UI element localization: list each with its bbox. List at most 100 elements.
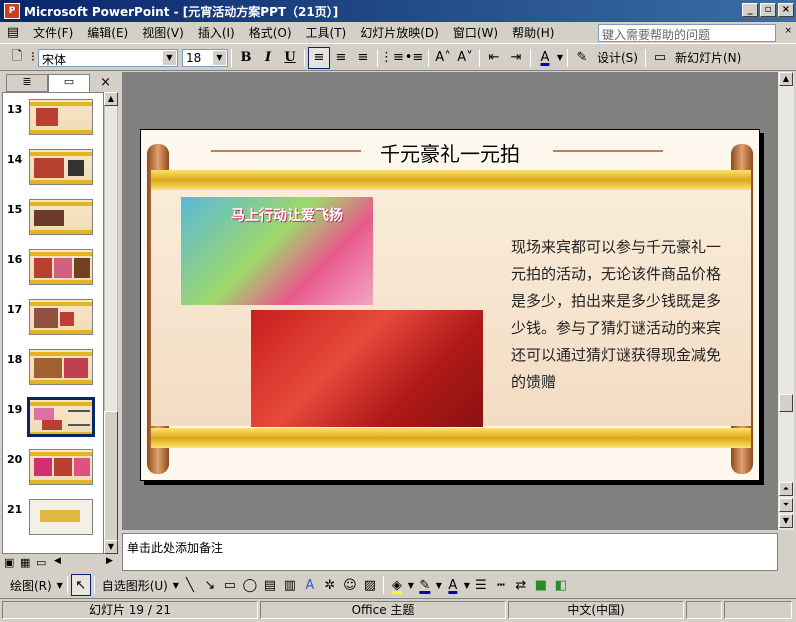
menu-tools[interactable]: 工具(T) [299,24,354,41]
select-pointer-icon[interactable]: ↖ [70,574,91,596]
vertical-text-box-icon[interactable]: ▥ [280,574,300,596]
slide-canvas[interactable]: 千元豪礼一元拍 马上行动让爱飞扬 现场来宾都可以参与千元豪礼一元拍的活动，无论该… [140,129,760,481]
design-icon[interactable]: ✎ [571,47,593,69]
scroll-up-icon[interactable]: ▲ [779,72,793,86]
new-document-icon[interactable]: 🗋 [6,47,28,69]
font-color-icon[interactable]: A [534,47,556,69]
slide-sorter-icon[interactable]: ▦ [20,556,30,569]
design-button[interactable]: 设计(S) [597,49,638,66]
font-size-select[interactable]: 18 ▼ [182,48,228,67]
menu-help[interactable]: 帮助(H) [505,24,561,41]
slide-thumbnail[interactable]: 15 [3,199,103,249]
text-box-icon[interactable]: ▤ [260,574,280,596]
scroll-thumb[interactable] [779,394,793,412]
line-color-icon[interactable]: ✎ [415,574,435,596]
slide-thumbnail[interactable]: 16 [3,249,103,299]
increase-indent-icon[interactable]: ⇥ [505,47,527,69]
increase-font-icon[interactable]: A˄ [432,47,454,69]
font-color-icon[interactable]: A [443,574,463,596]
document-menu-icon[interactable]: ▤ [0,22,26,44]
menu-edit[interactable]: 编辑(E) [80,24,135,41]
notes-pane[interactable]: 单击此处添加备注 [122,533,778,571]
slide-thumbnail[interactable]: 21 [3,499,103,549]
diagram-icon[interactable]: ✲ [320,574,340,596]
scroll-down-icon[interactable]: ▼ [104,540,118,554]
oval-icon[interactable]: ◯ [240,574,260,596]
align-right-icon[interactable]: ≡ [352,47,374,69]
event-photo-stage[interactable]: 马上行动让爱飞扬 [181,197,373,305]
chevron-down-icon[interactable]: ▼ [213,50,226,65]
wordart-icon[interactable]: A [300,574,320,596]
dash-style-icon[interactable]: ┅ [491,574,511,596]
3d-icon[interactable]: ◧ [551,574,571,596]
next-slide-icon[interactable]: ⏷ [779,498,793,512]
scroll-left-icon[interactable]: ◀ [54,556,61,566]
bold-button[interactable]: B [235,47,257,69]
line-icon[interactable]: ╲ [180,574,200,596]
new-slide-button[interactable]: 新幻灯片(N) [675,49,741,66]
menu-slideshow[interactable]: 幻灯片放映(D) [353,24,446,41]
scroll-down-icon[interactable]: ▼ [779,514,793,528]
tab-slides[interactable]: ▭ [48,74,90,92]
align-left-icon[interactable]: ≡ [308,46,330,69]
menu-view[interactable]: 视图(V) [135,24,191,41]
picture-icon[interactable]: ▨ [360,574,380,596]
menu-window[interactable]: 窗口(W) [446,24,505,41]
bulleted-list-icon[interactable]: •≡ [403,47,425,69]
slide-title[interactable]: 千元豪礼一元拍 [141,138,759,167]
decrease-font-icon[interactable]: A˅ [454,47,476,69]
close-icon[interactable]: × [778,3,794,17]
slide-thumbnail[interactable]: 13 [3,99,103,149]
decrease-indent-icon[interactable]: ⇤ [483,47,505,69]
slide-thumbnail-list[interactable]: 13 14 15 16 17 18 19 20 21 [2,92,104,554]
help-search-input[interactable]: 键入需要帮助的问题 [598,24,776,42]
shadow-icon[interactable]: ■ [531,574,551,596]
slide-thumbnail[interactable]: 14 [3,149,103,199]
chevron-down-icon[interactable]: ▼ [407,574,415,596]
scroll-up-icon[interactable]: ▲ [104,92,118,106]
slide-scrollbar[interactable]: ▲ ⏶ ⏷ ▼ [778,72,794,530]
autoshapes-button[interactable]: 自选图形(U) [102,577,168,594]
underline-button[interactable]: U [279,47,301,69]
slide-thumbnail[interactable]: 18 [3,349,103,399]
slideshow-view-icon[interactable]: ▭ [36,556,46,569]
scroll-right-icon[interactable]: ▶ [106,556,113,566]
menu-insert[interactable]: 插入(I) [191,24,242,41]
line-style-icon[interactable]: ☰ [471,574,491,596]
event-photo-products[interactable] [251,310,483,427]
numbered-list-icon[interactable]: ⋮≡ [380,47,404,69]
help-close-icon[interactable]: × [784,26,792,36]
toolbar-options-icon[interactable]: ⁝ [28,47,38,69]
slide-thumbnail[interactable]: 20 [3,449,103,499]
align-center-icon[interactable]: ≡ [330,47,352,69]
tab-outline[interactable]: ≣ [6,74,48,92]
chevron-down-icon[interactable]: ▼ [435,574,443,596]
chevron-down-icon[interactable]: ▼ [56,574,64,596]
scroll-thumb[interactable] [104,411,118,541]
pane-close-icon[interactable]: × [100,75,111,90]
rectangle-icon[interactable]: ▭ [220,574,240,596]
draw-menu-button[interactable]: 绘图(R) [10,577,52,594]
arrow-icon[interactable]: ↘ [200,574,220,596]
restore-icon[interactable]: ▫ [760,3,776,17]
slide-thumbnail[interactable]: 17 [3,299,103,349]
slide-thumbnail-selected[interactable]: 19 [3,397,103,449]
chevron-down-icon[interactable]: ▼ [172,574,180,596]
fill-color-icon[interactable]: ◈ [387,574,407,596]
chevron-down-icon[interactable]: ▼ [463,574,471,596]
minimize-icon[interactable]: _ [742,3,758,17]
italic-button[interactable]: I [257,47,279,69]
thumbnail-scrollbar[interactable]: ▲ ▼ [104,92,118,554]
slide-body-text[interactable]: 现场来宾都可以参与千元豪礼一元拍的活动，无论该件商品价格是多少，拍出来是多少钱既… [511,234,721,396]
font-name-select[interactable]: 宋体 ▼ [38,48,178,67]
chevron-down-icon[interactable]: ▼ [556,47,564,69]
menu-file[interactable]: 文件(F) [26,24,80,41]
menu-format[interactable]: 格式(O) [242,24,299,41]
arrow-style-icon[interactable]: ⇄ [511,574,531,596]
normal-view-icon[interactable]: ▣ [4,556,14,569]
clip-art-icon[interactable]: ☺ [340,574,360,596]
chevron-down-icon[interactable]: ▼ [163,50,176,65]
previous-slide-icon[interactable]: ⏶ [779,482,793,496]
new-slide-icon[interactable]: ▭ [649,47,671,69]
powerpoint-app-icon[interactable]: P [4,3,20,19]
